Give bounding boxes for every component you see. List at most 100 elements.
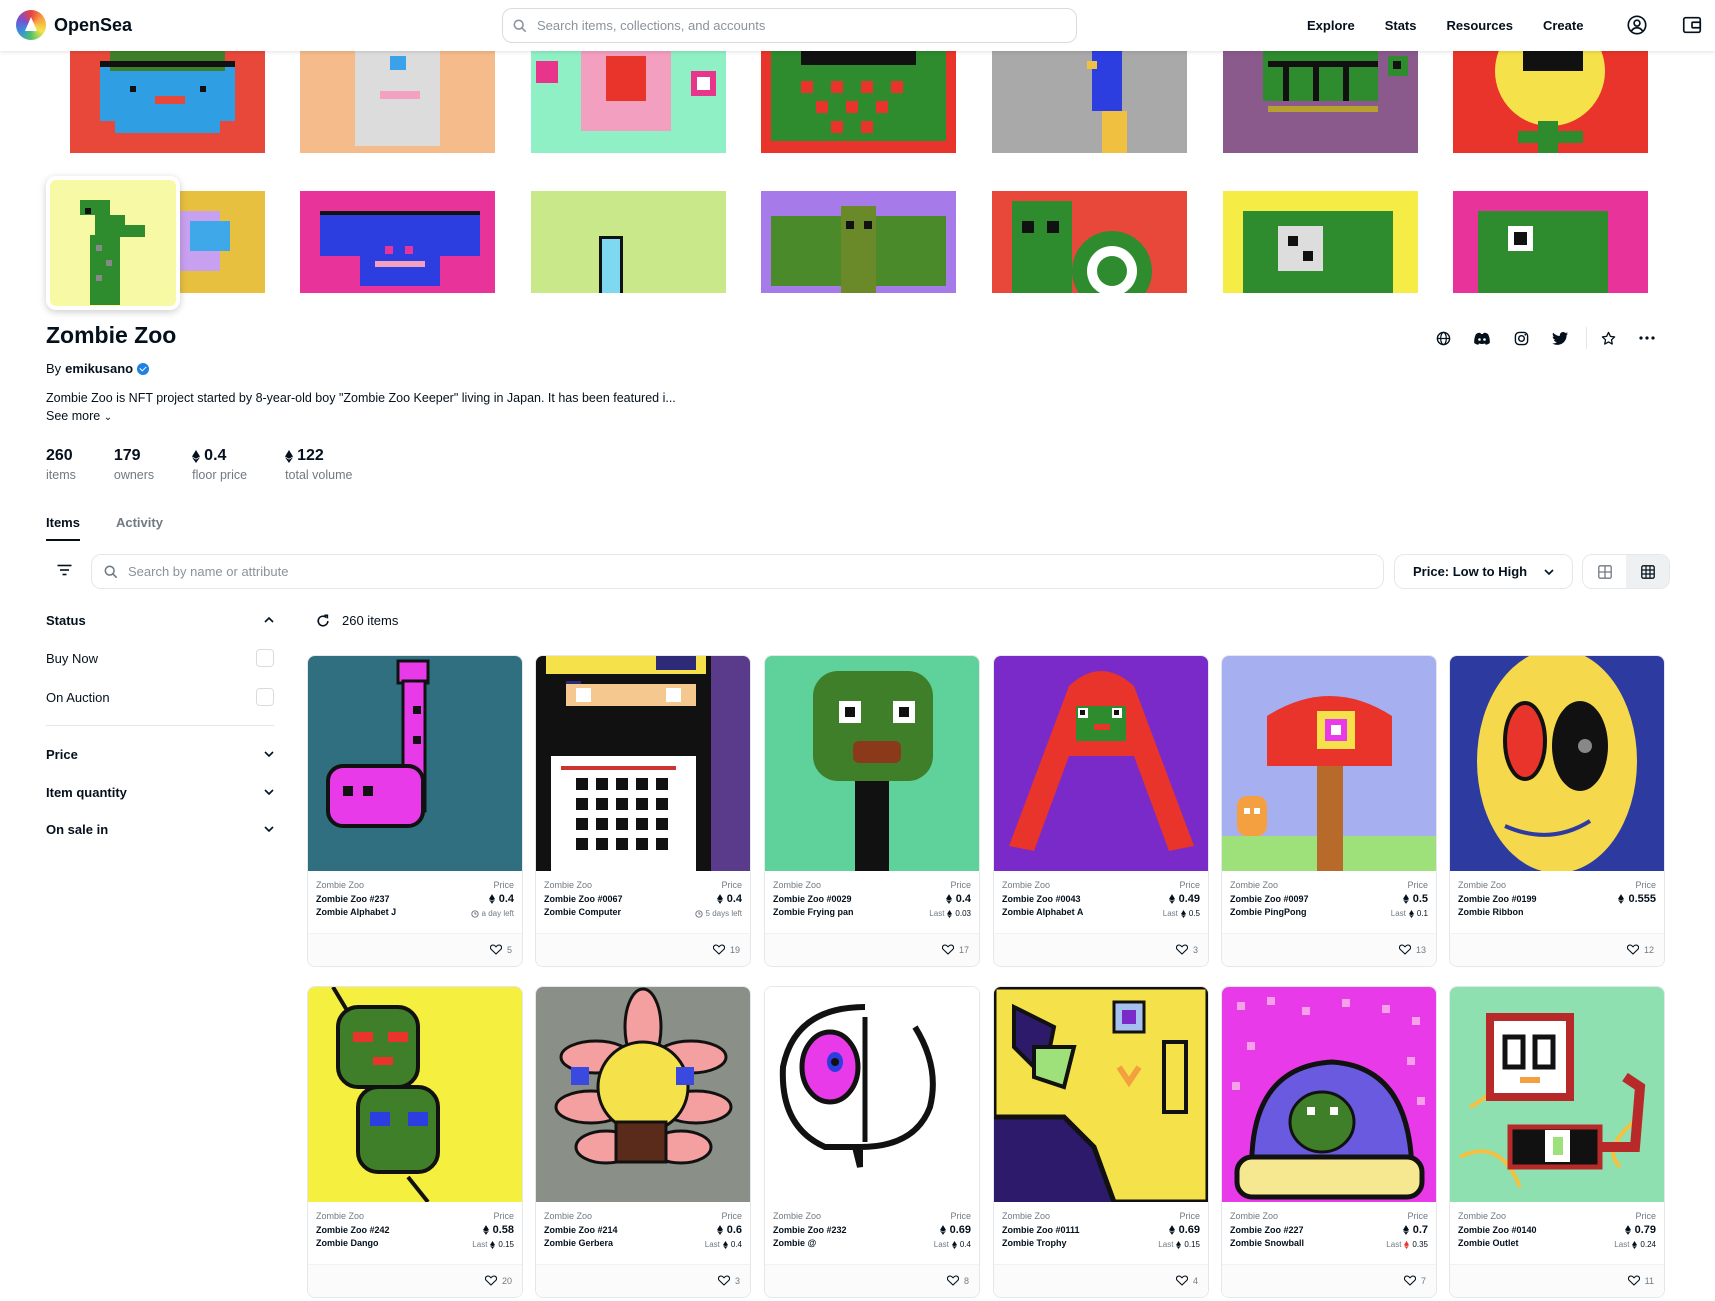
nft-card[interactable]: Zombie Zoo Zombie Zoo #0097 Zombie PingPon… [1221,655,1437,967]
card-price-label: Price [721,880,742,890]
nav-explore[interactable]: Explore [1307,18,1355,33]
nft-card[interactable]: Zombie Zoo Zombie Zoo #214 Zombie Gerbera P… [535,986,751,1298]
global-search[interactable] [502,8,1077,43]
results-count: 260 items [342,613,399,628]
nav-resources[interactable]: Resources [1446,18,1512,33]
heart-icon[interactable] [946,1275,959,1286]
nft-card[interactable]: Zombie Zoo Zombie Zoo #0140 Zombie Outlet P… [1449,986,1665,1298]
price-section-header[interactable]: Price [46,744,274,764]
favorite-button[interactable]: 17 [941,944,969,955]
heart-icon[interactable] [1398,944,1411,955]
heart-icon[interactable] [1175,1275,1188,1286]
heart-icon[interactable] [489,944,502,955]
instagram-icon[interactable] [1510,327,1532,349]
website-icon[interactable] [1432,327,1454,349]
favorite-button[interactable]: 5 [489,944,512,955]
filter-buy-now[interactable]: Buy Now [46,648,274,668]
buy-now-checkbox[interactable] [256,649,274,667]
favorite-button[interactable]: 8 [946,1275,969,1286]
on-auction-label: On Auction [46,689,110,705]
filter-on-auction[interactable]: On Auction [46,687,274,707]
nft-card[interactable]: Zombie Zoo Zombie Zoo #0111 Zombie Trophy P… [993,986,1209,1298]
twitter-icon[interactable] [1549,327,1571,349]
favorite-button[interactable]: 7 [1403,1275,1426,1286]
card-collection: Zombie Zoo [773,880,822,890]
discord-icon[interactable] [1471,327,1493,349]
favorite-count: 19 [729,944,740,955]
creator-link[interactable]: emikusano [65,361,133,376]
on-auction-checkbox[interactable] [256,688,274,706]
see-more-label: See more [46,409,101,423]
nft-card[interactable]: Zombie Zoo Zombie Zoo #0029 Zombie Frying … [764,655,980,967]
last-sale: Last 0.15 [1158,1240,1200,1249]
global-search-input[interactable] [537,18,1076,33]
nft-card[interactable]: Zombie Zoo Zombie Zoo #237 Zombie Alphabet… [307,655,523,967]
favorite-button[interactable]: 3 [717,1275,740,1286]
favorite-button[interactable]: 4 [1175,1275,1198,1286]
chevron-down-icon [264,826,274,832]
nav-create[interactable]: Create [1543,18,1583,33]
time-left-text: a day left [481,909,514,918]
star-icon[interactable] [1597,327,1619,349]
opensea-logo[interactable]: OpenSea [16,10,132,40]
sort-dropdown[interactable]: Price: Low to High [1394,554,1573,589]
last-sale: Last 0.4 [934,1240,971,1249]
wallet-icon[interactable] [1681,14,1703,36]
favorite-button[interactable]: 11 [1627,1275,1654,1286]
see-more-button[interactable]: See more ⌄ [46,409,112,423]
item-search-input[interactable] [128,564,1383,579]
banner-tile [761,51,956,153]
last-sale-price: 0.03 [955,909,971,918]
filter-toggle-button[interactable] [50,556,78,584]
eth-icon [490,1240,496,1249]
nft-card[interactable]: Zombie Zoo Zombie Zoo #0043 Zombie Alphabe… [993,655,1209,967]
eth-icon [1168,894,1175,904]
small-grid-button[interactable] [1626,555,1669,588]
item-quantity-section-header[interactable]: Item quantity [46,782,274,802]
more-options-icon[interactable] [1636,327,1658,349]
eth-icon [951,1240,957,1249]
favorite-button[interactable]: 20 [484,1275,512,1286]
buy-now-label: Buy Now [46,650,99,666]
favorite-button[interactable]: 19 [712,944,740,955]
heart-icon[interactable] [941,944,954,955]
stat-value: 0.4 [204,447,227,464]
divider [46,725,274,726]
nft-card[interactable]: Zombie Zoo Zombie Zoo #227 Zombie Snowball… [1221,986,1437,1298]
nft-card[interactable]: Zombie Zoo Zombie Zoo #242 Zombie Dango Pri… [307,986,523,1298]
card-price: 0.69 [939,1224,971,1236]
item-search[interactable] [91,554,1384,589]
heart-icon[interactable] [717,1275,730,1286]
heart-icon[interactable] [484,1275,497,1286]
nft-card[interactable]: Zombie Zoo Zombie Zoo #0199 Zombie Ribbon P… [1449,655,1665,967]
card-price-label: Price [493,880,514,890]
refresh-icon[interactable] [316,614,330,628]
favorite-count: 3 [1192,944,1198,955]
card-collection: Zombie Zoo [1230,1211,1279,1221]
nft-card[interactable]: Zombie Zoo Zombie Zoo #232 Zombie @ Price 0.… [764,986,980,1298]
large-grid-button[interactable] [1583,555,1626,588]
last-sale-price: 0.4 [959,1240,971,1249]
card-price-value: 0.555 [1628,893,1656,905]
nft-image [1222,987,1436,1202]
card-token-id: Zombie Zoo #0029 [773,894,852,904]
tab-activity[interactable]: Activity [116,515,163,541]
favorite-button[interactable]: 3 [1175,944,1198,955]
status-section-header[interactable]: Status [46,610,274,630]
favorite-button[interactable]: 13 [1398,944,1426,955]
nav-stats[interactable]: Stats [1385,18,1417,33]
card-price-value: 0.4 [955,893,971,905]
heart-icon[interactable] [1627,1275,1640,1286]
card-price-value: 0.7 [1412,1224,1428,1236]
nft-card[interactable]: Zombie Zoo Zombie Zoo #0067 Zombie Compute… [535,655,751,967]
tab-items[interactable]: Items [46,515,80,541]
last-label: Last [1162,909,1178,918]
heart-icon[interactable] [1626,944,1639,955]
heart-icon[interactable] [1403,1275,1416,1286]
heart-icon[interactable] [712,944,725,955]
heart-icon[interactable] [1175,944,1188,955]
on-sale-in-section-header[interactable]: On sale in [46,819,274,839]
card-price-value: 0.69 [949,1224,971,1236]
account-icon[interactable] [1626,14,1648,36]
favorite-button[interactable]: 12 [1626,944,1654,955]
